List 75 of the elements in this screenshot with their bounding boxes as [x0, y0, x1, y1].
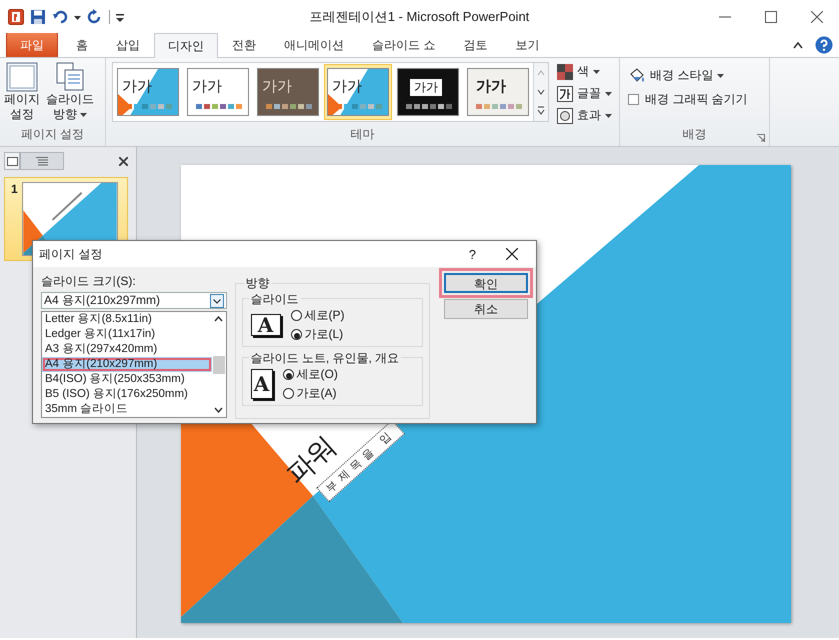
list-item[interactable]: A3 용지(297x420mm): [42, 342, 212, 357]
radio-option[interactable]: 가로(A): [282, 385, 338, 402]
ribbon-tab[interactable]: 애니메이션: [270, 32, 358, 57]
scroll-down-icon[interactable]: [214, 407, 223, 413]
list-item[interactable]: A4 용지(210x297mm): [42, 357, 212, 372]
ribbon-tab[interactable]: 전환: [218, 32, 270, 57]
ribbon-tab[interactable]: 보기: [501, 32, 554, 57]
radio-option[interactable]: 세로(P): [290, 307, 344, 324]
caret-icon: [593, 70, 600, 74]
app-logo-icon[interactable]: [8, 8, 24, 24]
ribbon-tab[interactable]: 홈: [62, 32, 102, 57]
color-swatch-icon: [557, 64, 573, 80]
dialog-launcher-icon[interactable]: [757, 134, 765, 142]
group-label: 페이지 설정: [20, 126, 84, 143]
size-dropdown[interactable]: A4 용지(210x297mm): [41, 292, 226, 309]
dialog-title: 페이지 설정: [39, 246, 102, 262]
list-item[interactable]: B5 (ISO) 용지(176x250mm): [42, 387, 212, 402]
radio-option[interactable]: 가로(L): [290, 326, 344, 343]
ribbon-button[interactable]: 페이지 설정: [1, 62, 43, 122]
paint-bucket-icon: [628, 68, 646, 84]
pages-icon: [55, 62, 85, 92]
slides-tab[interactable]: [4, 152, 20, 170]
chevron-down-icon: [210, 294, 224, 308]
list-item[interactable]: Ledger 용지(11x17in): [42, 327, 212, 342]
page-icon: [6, 62, 38, 92]
outline-tab[interactable]: [20, 152, 64, 170]
maximize-icon[interactable]: [765, 10, 777, 22]
radio-button[interactable]: [290, 310, 302, 321]
ribbon-button[interactable]: 효과: [555, 106, 614, 125]
frame-label: 방향: [244, 275, 272, 292]
ribbon-button[interactable]: 색: [555, 62, 614, 81]
ribbon-tab[interactable]: 검토: [449, 32, 502, 57]
scrollbar-thumb[interactable]: [212, 356, 224, 374]
slide-icon: [6, 156, 18, 166]
redo-icon[interactable]: [87, 8, 103, 24]
page-orientation-icon: A: [250, 369, 272, 399]
group-label: 배경: [682, 126, 706, 143]
radio-button[interactable]: [282, 369, 294, 380]
list-icon: [36, 156, 48, 166]
help-icon[interactable]: [815, 36, 833, 54]
caret-icon: [605, 92, 612, 96]
list-item[interactable]: B4(ISO) 용지(250x353mm): [42, 372, 212, 387]
slide-number: 1: [10, 182, 18, 196]
page-orientation-icon: A: [250, 314, 280, 336]
font-icon: [557, 86, 573, 102]
radio-option[interactable]: 세로(O): [282, 366, 338, 383]
background-style-button[interactable]: 배경 스타일: [626, 66, 726, 85]
radio-button[interactable]: [282, 388, 294, 399]
ribbon-button[interactable]: 글꼴: [555, 84, 614, 103]
close-icon[interactable]: [506, 248, 518, 260]
effects-icon: [557, 108, 573, 124]
radio-button[interactable]: [290, 329, 302, 340]
ribbon-tab[interactable]: 슬라이드 쇼: [358, 32, 450, 57]
ribbon-tab[interactable]: 디자인: [154, 33, 218, 58]
undo-icon[interactable]: [52, 8, 68, 24]
frame-label: 슬라이드 노트, 유인물, 개요: [248, 350, 402, 367]
ribbon-tab[interactable]: 삽입: [102, 32, 154, 57]
save-icon[interactable]: [30, 8, 46, 24]
field-label: 슬라이드 크기(S):: [41, 273, 137, 290]
caret-icon: [605, 114, 612, 118]
close-icon[interactable]: [119, 156, 128, 166]
close-icon[interactable]: [811, 10, 823, 22]
collapse-ribbon-icon[interactable]: [793, 40, 803, 48]
caret-icon: [717, 74, 724, 78]
help-button[interactable]: ?: [468, 246, 476, 262]
dialog-button[interactable]: 취소: [444, 299, 528, 319]
checkbox[interactable]: [628, 94, 639, 105]
list-item[interactable]: Letter 용지(8.5x11in): [42, 312, 212, 327]
frame-label: 슬라이드: [248, 291, 300, 308]
list-item[interactable]: 35mm 슬라이드: [42, 402, 212, 417]
window-title: 프레젠테이션1 - Microsoft PowerPoint: [308, 8, 530, 26]
checkbox-label: 배경 그래픽 숨기기: [645, 91, 748, 108]
ribbon-button[interactable]: 슬라이드 방향: [43, 62, 97, 122]
group-label: 테마: [350, 126, 374, 143]
scroll-up-icon[interactable]: [214, 316, 223, 322]
